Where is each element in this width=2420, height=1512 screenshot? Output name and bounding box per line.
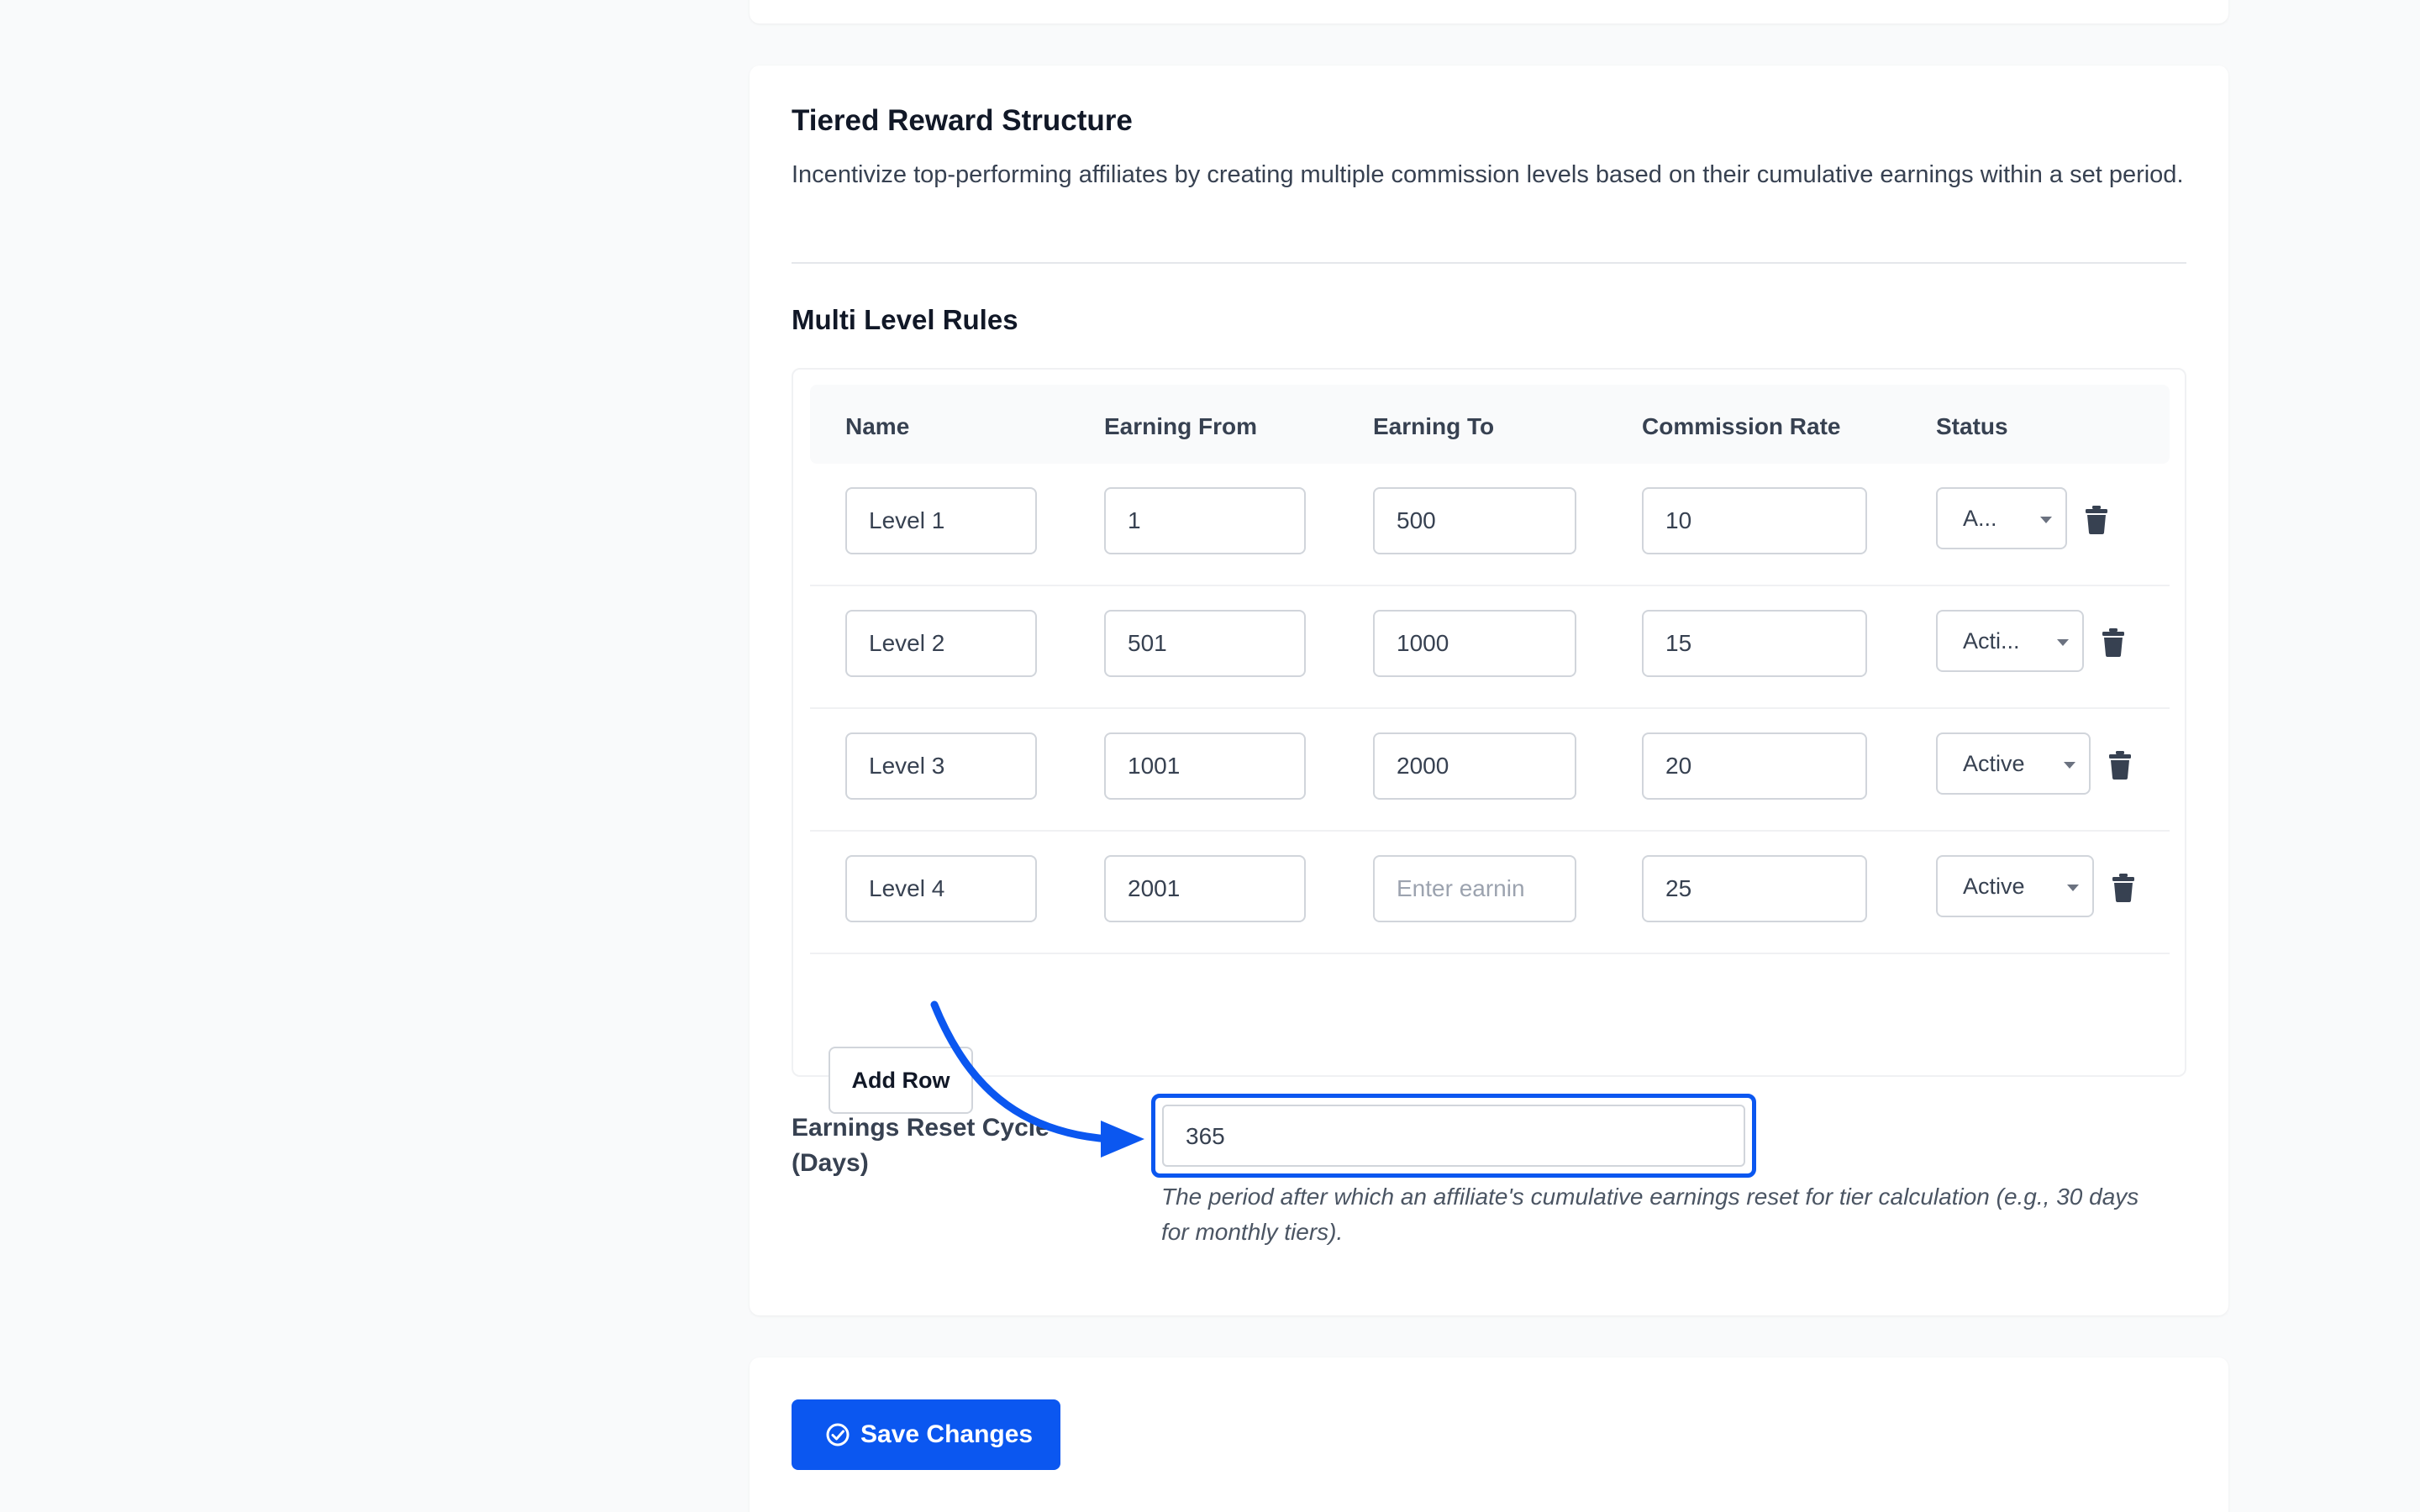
earning-to-input[interactable]: 1000: [1373, 610, 1576, 677]
reset-cycle-input[interactable]: 365: [1162, 1105, 1745, 1167]
reset-cycle-help-text: The period after which an affiliate's cu…: [1161, 1184, 2139, 1245]
earning-to-input[interactable]: 2000: [1373, 732, 1576, 800]
status-value: Active: [1963, 874, 2025, 899]
divider: [792, 262, 2186, 264]
table-row: Level 2 501 1000 15 Acti...: [810, 586, 2170, 709]
table-row: Level 4 2001 Enter earnin 25 Active: [810, 832, 2170, 954]
tiered-reward-card: Tiered Reward Structure Incentivize top-…: [750, 66, 2228, 1315]
earning-from-input[interactable]: 1: [1104, 487, 1306, 554]
column-header-status: Status: [1936, 413, 2008, 439]
earning-from-input[interactable]: 501: [1104, 610, 1306, 677]
multi-level-rules-title: Multi Level Rules: [792, 304, 1018, 335]
level-name-input[interactable]: Level 1: [845, 487, 1037, 554]
table-row: Level 1 1 500 10 A...: [810, 464, 2170, 586]
status-value: A...: [1963, 506, 1997, 531]
column-header-earning-from: Earning From: [1104, 413, 1258, 439]
trash-icon[interactable]: [2112, 874, 2134, 902]
earning-to-input[interactable]: 500: [1373, 487, 1576, 554]
status-select[interactable]: A...: [1936, 487, 2067, 549]
earning-from-input[interactable]: 2001: [1104, 855, 1306, 922]
rules-table: Name Earning From Earning To Commission …: [792, 368, 2186, 1114]
status-value: Active: [1963, 751, 2025, 776]
commission-rate-input[interactable]: 15: [1642, 610, 1867, 677]
reset-cycle-focus-ring: 365: [1151, 1094, 1756, 1178]
status-select[interactable]: Active: [1936, 732, 2091, 795]
reset-cycle-label: Earnings Reset Cycle (Days): [792, 1110, 1069, 1181]
earning-from-input[interactable]: 1001: [1104, 732, 1306, 800]
earning-to-input[interactable]: Enter earnin: [1373, 855, 1576, 922]
caret-down-icon: [2067, 885, 2079, 891]
table-row: Level 3 1001 2000 20 Active: [810, 709, 2170, 832]
commission-rate-input[interactable]: 10: [1642, 487, 1867, 554]
trash-icon[interactable]: [2109, 751, 2131, 780]
add-row-button[interactable]: Add Row: [829, 1047, 973, 1114]
section-description: Incentivize top-performing affiliates by…: [792, 161, 2184, 188]
check-circle-icon: [826, 1423, 850, 1446]
save-changes-button[interactable]: Save Changes: [792, 1399, 1060, 1470]
previous-section-card: [750, 0, 2228, 24]
commission-rate-input[interactable]: 25: [1642, 855, 1867, 922]
caret-down-icon: [2040, 517, 2052, 523]
status-value: Acti...: [1963, 628, 2020, 654]
status-select[interactable]: Acti...: [1936, 610, 2084, 672]
trash-icon[interactable]: [2102, 628, 2124, 657]
caret-down-icon: [2064, 762, 2075, 769]
column-header-earning-to: Earning To: [1373, 413, 1495, 439]
save-changes-label: Save Changes: [860, 1420, 1034, 1448]
level-name-input[interactable]: Level 2: [845, 610, 1037, 677]
save-card: Save Changes: [750, 1357, 2228, 1512]
column-header-commission-rate: Commission Rate: [1642, 413, 1841, 439]
level-name-input[interactable]: Level 4: [845, 855, 1037, 922]
commission-rate-input[interactable]: 20: [1642, 732, 1867, 800]
reset-cycle-label-line1: Earnings Reset Cycle: [792, 1114, 1050, 1142]
table-header: Name Earning From Earning To Commission …: [810, 385, 2170, 464]
status-select[interactable]: Active: [1936, 855, 2094, 917]
level-name-input[interactable]: Level 3: [845, 732, 1037, 800]
column-header-name: Name: [845, 413, 910, 439]
caret-down-icon: [2057, 639, 2069, 646]
section-title: Tiered Reward Structure: [792, 104, 1133, 137]
reset-cycle-label-line2: (Days): [792, 1149, 869, 1177]
trash-icon[interactable]: [2086, 506, 2107, 534]
